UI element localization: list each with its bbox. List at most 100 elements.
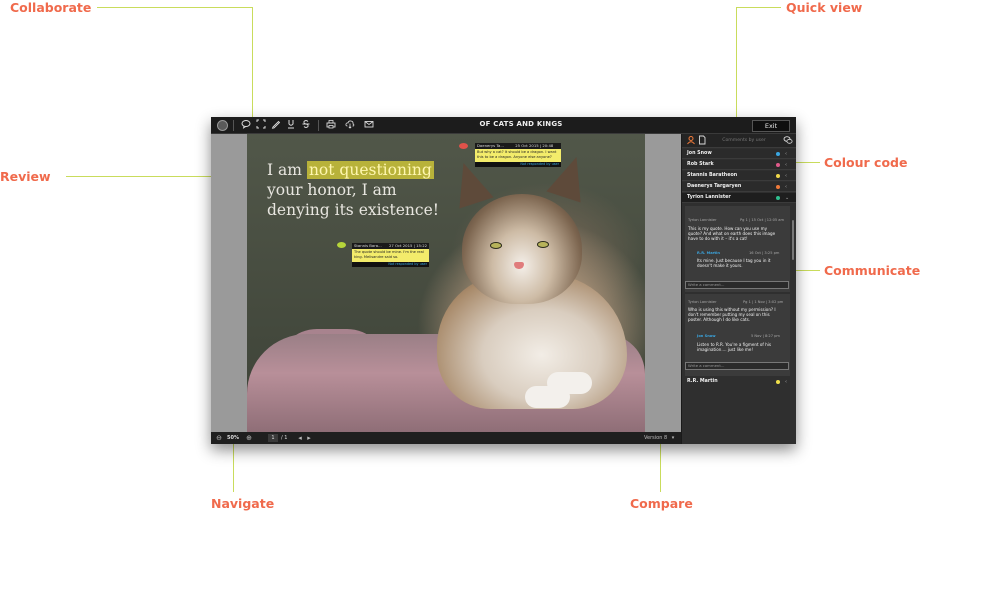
- chevron-left-icon[interactable]: ‹: [785, 378, 787, 386]
- callout-collaborate-line-h: [97, 7, 253, 8]
- comments-panel: Comments by user Jon Snow ‹ Rob Stark ‹ …: [681, 134, 796, 444]
- chat-icon[interactable]: [782, 135, 794, 147]
- user-colour-dot: [776, 174, 780, 178]
- version-select[interactable]: Version 8: [644, 434, 667, 442]
- callout-navigate: Navigate: [211, 496, 275, 511]
- note-footer: Not responded by user: [475, 162, 561, 167]
- select-area-icon[interactable]: [255, 119, 267, 131]
- user-name: Jon Snow: [687, 151, 712, 156]
- comment-author: Tyrion Lannister: [688, 300, 717, 304]
- write-comment-input[interactable]: Write a comment...: [685, 281, 789, 289]
- annotation-marker-green: [337, 242, 346, 248]
- quote-highlight[interactable]: not questioning: [306, 161, 434, 179]
- user-row-daenerys-targaryen[interactable]: Daenerys Targaryen ‹: [682, 182, 796, 192]
- chevron-left-icon[interactable]: ‹: [785, 150, 787, 158]
- zoom-level[interactable]: 50%: [227, 434, 239, 442]
- chevron-left-icon[interactable]: ‹: [785, 161, 787, 169]
- page-number-input[interactable]: 1: [268, 434, 278, 442]
- user-row-rob-stark[interactable]: Rob Stark ‹: [682, 160, 796, 170]
- exit-button[interactable]: Exit: [752, 120, 790, 132]
- toolbar-divider: [318, 120, 319, 131]
- user-name: R.R. Martin: [687, 379, 718, 384]
- callout-communicate: Communicate: [824, 263, 921, 278]
- zoom-in-icon[interactable]: ⊕: [245, 434, 253, 442]
- chevron-left-icon[interactable]: ‹: [785, 183, 787, 191]
- note-header: Stannis Bara... 27 Oct 2015 | 15:22: [352, 243, 429, 249]
- note-date: 27 Oct 2015 | 15:22: [388, 243, 428, 248]
- annotation-marker-red[interactable]: [459, 143, 468, 149]
- callout-navigate-line: [233, 444, 234, 492]
- underline-icon[interactable]: [285, 119, 297, 131]
- user-name: Tyrion Lannister: [687, 195, 731, 200]
- reply-author: R.R. Martin: [697, 251, 720, 255]
- comment-text: This is my quote. How can you use my quo…: [688, 226, 776, 242]
- user-name: Rob Stark: [687, 162, 714, 167]
- quote-text-end: your honor, I am denying its existence!: [267, 181, 439, 219]
- note-author: Daenerys Ta...: [477, 143, 504, 148]
- document-canvas[interactable]: I am not questioning your honor, I am de…: [211, 134, 681, 432]
- document-title: OF CATS AND KINGS: [479, 120, 563, 128]
- next-page-icon[interactable]: ▸: [305, 434, 313, 442]
- comment-icon[interactable]: [240, 119, 252, 131]
- user-name: Daenerys Targaryen: [687, 184, 742, 189]
- comment-date: Pg 1 | 15 Oct | 12:05 am: [740, 218, 784, 222]
- panel-header: Comments by user: [682, 134, 796, 148]
- callout-colour-code: Colour code: [824, 155, 908, 170]
- reply-date: 5 Nov | 8:27 pm: [751, 334, 780, 338]
- callout-review: Review: [0, 169, 51, 184]
- mail-icon[interactable]: [363, 119, 375, 131]
- cat-head: [462, 194, 582, 304]
- app-window: OF CATS AND KINGS Exit I am not question…: [211, 117, 796, 444]
- page-total: / 1: [281, 435, 288, 441]
- poster-image: I am not questioning your honor, I am de…: [247, 134, 645, 432]
- user-colour-dot: [776, 185, 780, 189]
- user-row-stannis-baratheon[interactable]: Stannis Baratheon ‹: [682, 171, 796, 181]
- chevron-left-icon[interactable]: ‹: [785, 172, 787, 180]
- pen-icon[interactable]: [270, 119, 282, 131]
- document-icon[interactable]: [696, 135, 708, 147]
- user-row-tyrion-lannister[interactable]: Tyrion Lannister ⌄: [682, 193, 796, 203]
- chevron-down-icon[interactable]: ▾: [669, 434, 677, 442]
- app-logo-icon: [217, 120, 228, 131]
- quote-text-start: I am: [267, 161, 302, 179]
- comment-text: Who is using this without my permission?…: [688, 307, 776, 323]
- toolbar-divider: [233, 120, 234, 131]
- bottom-navigation-bar: ⊖ 50% ⊕ 1 / 1 ◂ ▸ Version 8 ▾: [211, 432, 681, 444]
- reply-text: Listen to R.R. You're a figment of his i…: [697, 342, 771, 353]
- download-icon[interactable]: [344, 119, 356, 131]
- zoom-out-icon[interactable]: ⊖: [215, 434, 223, 442]
- annotation-note-daenerys[interactable]: Daenerys Ta... 25 Oct 2015 | 20:48 But w…: [475, 143, 561, 167]
- comment-thread: Tyrion Lannister Pg 1 | 15 Oct | 12:05 a…: [685, 206, 790, 292]
- annotation-note-stannis[interactable]: Stannis Bara... 27 Oct 2015 | 15:22 The …: [352, 243, 429, 267]
- callout-collaborate-line-v: [252, 7, 253, 117]
- strikethrough-icon[interactable]: [300, 119, 312, 131]
- user-row-rr-martin[interactable]: R.R. Martin ‹: [682, 377, 796, 387]
- note-date: 25 Oct 2015 | 20:48: [515, 143, 554, 148]
- chevron-down-icon[interactable]: ⌄: [785, 194, 789, 202]
- panel-scrollbar[interactable]: [792, 220, 794, 260]
- callout-colour-code-line: [796, 162, 820, 163]
- note-footer: Not responded by user: [352, 262, 429, 267]
- user-row-jon-snow[interactable]: Jon Snow ‹: [682, 149, 796, 159]
- top-toolbar: OF CATS AND KINGS Exit: [211, 117, 796, 134]
- callout-quick-view-line-v: [736, 7, 737, 117]
- write-comment-input[interactable]: Write a comment...: [685, 362, 789, 370]
- user-name: Stannis Baratheon: [687, 173, 738, 178]
- user-colour-dot: [776, 163, 780, 167]
- reply-text: Its mine. Just because I tag you in it d…: [697, 258, 771, 269]
- user-colour-dot: [776, 196, 780, 200]
- comments-search-input[interactable]: Comments by user: [708, 137, 780, 145]
- prev-page-icon[interactable]: ◂: [296, 434, 304, 442]
- cat-paw-right: [547, 372, 592, 394]
- reply-author: Jon Snow: [697, 334, 716, 338]
- callout-compare: Compare: [630, 496, 693, 511]
- callout-collaborate: Collaborate: [10, 0, 92, 15]
- user-colour-dot: [776, 152, 780, 156]
- user-colour-dot: [776, 380, 780, 384]
- cat-eye-left: [490, 242, 502, 249]
- comment-date: Pg 1 | 1 Nov | 3:02 pm: [743, 300, 784, 304]
- print-icon[interactable]: [325, 119, 337, 131]
- reply-date: 16 Oct | 3:25 pm: [749, 251, 780, 255]
- note-author: Stannis Bara...: [354, 243, 382, 248]
- note-text: The quote should be mine. I'm the real k…: [354, 250, 424, 259]
